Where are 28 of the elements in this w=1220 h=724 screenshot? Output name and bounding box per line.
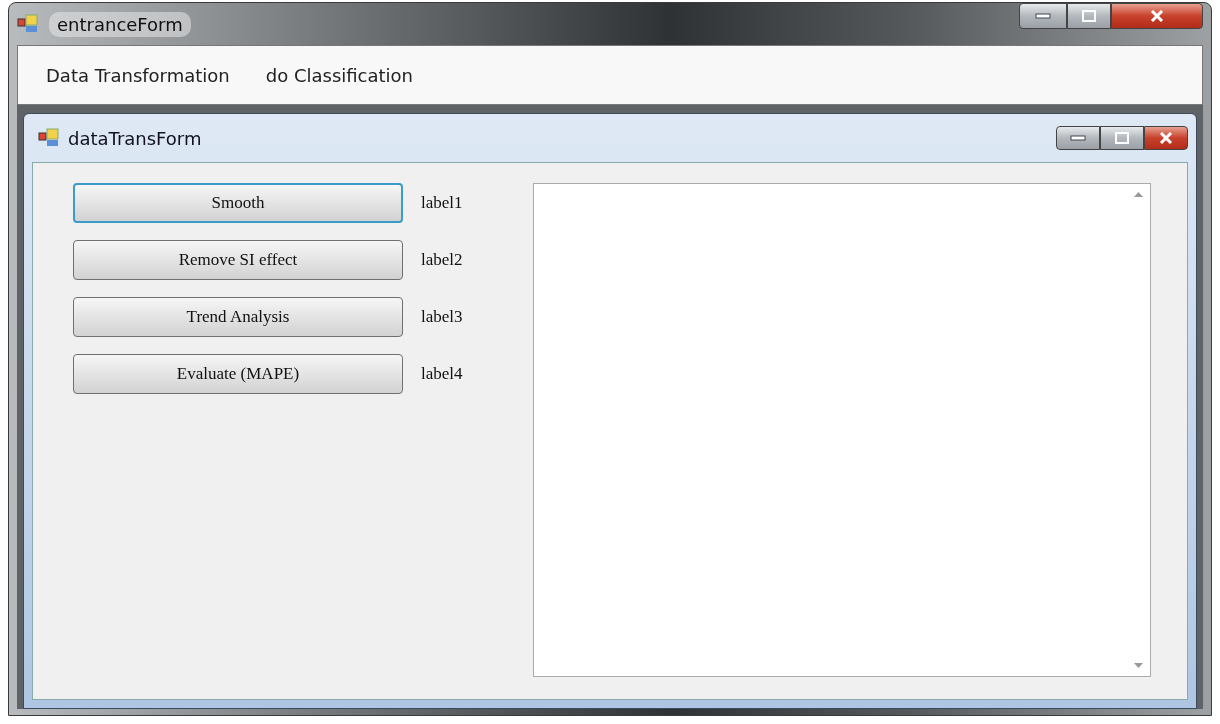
close-button[interactable] (1111, 3, 1203, 29)
close-icon (1150, 10, 1164, 22)
maximize-button[interactable] (1067, 3, 1111, 29)
menu-item[interactable]: do Classification (265, 64, 413, 86)
window-title: entranceForm (49, 11, 191, 37)
result-label: label1 (421, 193, 463, 213)
minimize-button[interactable] (1056, 126, 1100, 150)
action-button[interactable]: Evaluate (MAPE) (73, 354, 403, 394)
form-icon (17, 14, 39, 34)
minimize-icon (1035, 13, 1051, 19)
scroll-down-icon (1133, 663, 1143, 668)
action-button[interactable]: Trend Analysis (73, 297, 403, 337)
maximize-icon (1082, 10, 1096, 22)
maximize-button[interactable] (1100, 126, 1144, 150)
scroll-up-icon (1133, 192, 1143, 197)
result-label: label2 (421, 250, 463, 270)
result-label: label4 (421, 364, 463, 384)
window-title: dataTransForm (68, 127, 202, 149)
form-icon (38, 128, 60, 148)
maximize-icon (1115, 132, 1129, 144)
close-icon (1159, 132, 1173, 144)
action-button[interactable]: Remove SI effect (73, 240, 403, 280)
close-button[interactable] (1144, 126, 1188, 150)
action-button[interactable]: Smooth (73, 183, 403, 223)
result-label: label3 (421, 307, 463, 327)
menu-item[interactable]: Data Transformation (46, 64, 230, 86)
minimize-icon (1070, 135, 1086, 141)
minimize-button[interactable] (1019, 3, 1067, 29)
